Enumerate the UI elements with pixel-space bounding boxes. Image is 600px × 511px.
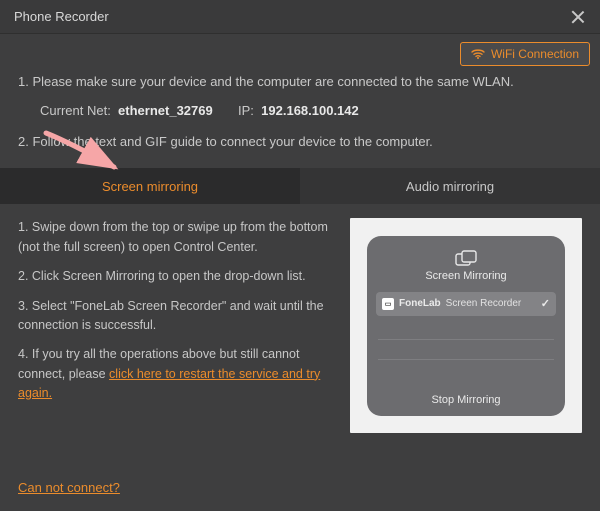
guide-steps: 1. Swipe down from the top or swipe up f… bbox=[18, 218, 332, 433]
instruction-step-1: 1. Please make sure your device and the … bbox=[18, 72, 582, 93]
guide-step-4: 4. If you try all the operations above b… bbox=[18, 345, 332, 403]
screen-mirroring-icon bbox=[376, 250, 556, 266]
tab-audio-mirroring[interactable]: Audio mirroring bbox=[300, 168, 600, 204]
screen-mirroring-popup: Screen Mirroring ▭ FoneLab Screen Record… bbox=[367, 236, 565, 416]
checkmark-icon: ✓ bbox=[541, 297, 550, 310]
gif-preview-panel: Screen Mirroring ▭ FoneLab Screen Record… bbox=[350, 218, 582, 433]
guide-step-2: 2. Click Screen Mirroring to open the dr… bbox=[18, 267, 332, 286]
popup-title: Screen Mirroring bbox=[376, 270, 556, 282]
close-icon[interactable] bbox=[570, 9, 586, 25]
instruction-step-2: 2. Follow the text and GIF guide to conn… bbox=[18, 132, 582, 153]
guide-step-3: 3. Select "FoneLab Screen Recorder" and … bbox=[18, 297, 332, 336]
tab-screen-mirroring[interactable]: Screen mirroring bbox=[0, 168, 300, 204]
wifi-connection-button[interactable]: WiFi Connection bbox=[460, 42, 590, 66]
cannot-connect-link[interactable]: Can not connect? bbox=[18, 480, 120, 495]
guide-step-1: 1. Swipe down from the top or swipe up f… bbox=[18, 218, 332, 257]
wifi-button-label: WiFi Connection bbox=[491, 47, 579, 61]
mirroring-device-row: ▭ FoneLab Screen Recorder ✓ bbox=[376, 292, 556, 316]
app-tv-icon: ▭ bbox=[382, 298, 394, 310]
network-info: Current Net: ethernet_32769 IP: 192.168.… bbox=[40, 101, 582, 122]
stop-mirroring-label: Stop Mirroring bbox=[376, 394, 556, 406]
wifi-icon bbox=[471, 48, 485, 60]
window-title: Phone Recorder bbox=[14, 9, 109, 24]
